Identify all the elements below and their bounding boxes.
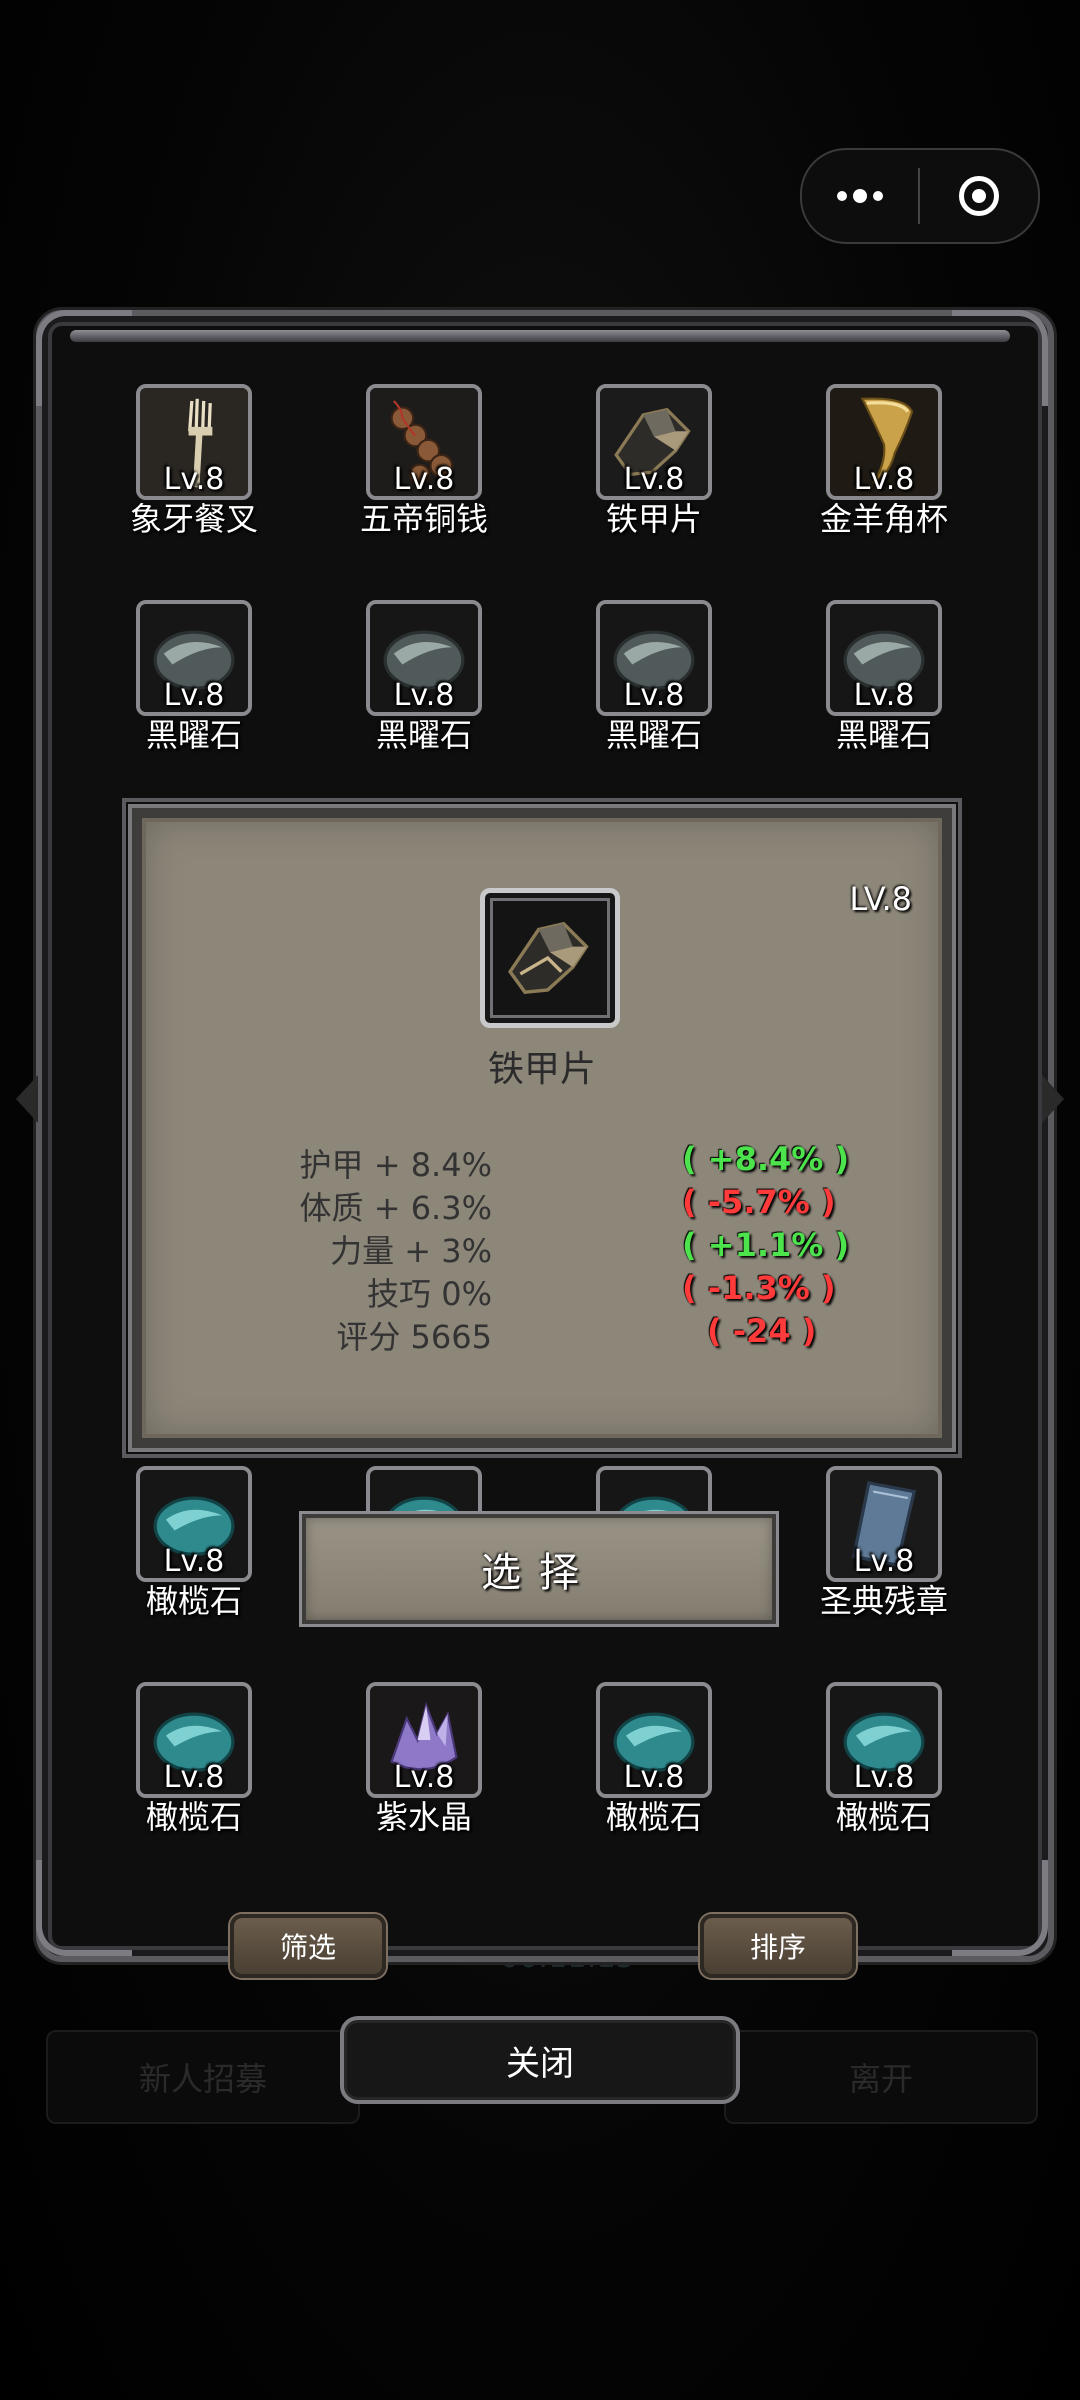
item-level: Lv.8 <box>623 462 685 497</box>
stat-delta: ( -24 ) <box>707 1312 817 1350</box>
ornament-corner <box>952 1860 1048 1956</box>
item-name: 橄榄石 <box>605 1798 702 1836</box>
background-leave-button: 离开 <box>724 2030 1038 2124</box>
item-level: Lv.8 <box>163 678 225 713</box>
item-name: 五帝铜钱 <box>359 500 488 538</box>
item-level: Lv.8 <box>853 1544 915 1579</box>
miniprogram-capsule <box>800 148 1040 244</box>
inventory-item[interactable]: Lv.8 橄榄石 <box>544 1682 764 1842</box>
item-name: 紫水晶 <box>375 1798 472 1836</box>
stat-row: 技巧 0% ( -1.3% ) <box>142 1269 942 1313</box>
inventory-item[interactable]: Lv.8 黑曜石 <box>544 600 764 760</box>
filter-button[interactable]: 筛选 <box>230 1914 386 1978</box>
detail-item-slot <box>480 888 620 1028</box>
item-name: 圣典残章 <box>819 1582 948 1620</box>
sort-button[interactable]: 排序 <box>700 1914 856 1978</box>
stat-row: 评分 5665 ( -24 ) <box>142 1312 942 1356</box>
left-arrow-icon[interactable] <box>16 1075 38 1123</box>
item-name: 橄榄石 <box>145 1582 242 1620</box>
item-level: Lv.8 <box>853 678 915 713</box>
detail-level: LV.8 <box>849 880 912 918</box>
item-level: Lv.8 <box>163 462 225 497</box>
item-level: Lv.8 <box>853 1760 915 1795</box>
item-detail-card: LV.8 铁甲片 护甲 + 8.4% ( +8.4% ) 体质 + 6.3% ( -5… <box>132 808 952 1448</box>
armor-shard-icon <box>508 921 589 994</box>
item-level: Lv.8 <box>393 678 455 713</box>
inventory-item[interactable]: Lv.8 铁甲片 <box>544 384 764 544</box>
item-name: 黑曜石 <box>145 716 242 754</box>
inventory-item[interactable]: Lv.8 橄榄石 <box>84 1682 304 1842</box>
stat-label: 护甲 + 8.4% <box>299 1146 492 1184</box>
inventory-item[interactable]: Lv.8 橄榄石 <box>774 1682 994 1842</box>
background-recruit-button: 新人招募 <box>46 2030 360 2124</box>
item-name: 黑曜石 <box>375 716 472 754</box>
item-level: Lv.8 <box>623 1760 685 1795</box>
item-name: 黑曜石 <box>605 716 702 754</box>
inventory-item[interactable]: Lv.8 黑曜石 <box>84 600 304 760</box>
stat-row: 护甲 + 8.4% ( +8.4% ) <box>142 1140 942 1184</box>
close-button[interactable]: 关闭 <box>340 2016 740 2104</box>
stat-delta: ( +1.1% ) <box>682 1226 850 1264</box>
inventory-item[interactable]: Lv.8 金羊角杯 <box>774 384 994 544</box>
stat-label: 评分 5665 <box>336 1318 492 1356</box>
item-name: 橄榄石 <box>835 1798 932 1836</box>
item-level: Lv.8 <box>623 678 685 713</box>
item-name: 象牙餐叉 <box>129 500 258 538</box>
inventory-item[interactable]: Lv.8 黑曜石 <box>774 600 994 760</box>
panel-top-bar <box>70 330 1010 342</box>
detail-item-name: 铁甲片 <box>487 1049 596 1090</box>
stat-row: 体质 + 6.3% ( -5.7% ) <box>142 1183 942 1227</box>
stat-label: 体质 + 6.3% <box>299 1189 492 1227</box>
inventory-item[interactable]: Lv.8 橄榄石 <box>84 1466 304 1626</box>
item-level: Lv.8 <box>163 1760 225 1795</box>
select-button[interactable]: 选择 <box>302 1514 776 1624</box>
stat-label: 力量 + 3% <box>330 1232 492 1270</box>
item-name: 黑曜石 <box>835 716 932 754</box>
more-dots-icon[interactable] <box>802 150 918 242</box>
item-level: Lv.8 <box>163 1544 225 1579</box>
stat-row: 力量 + 3% ( +1.1% ) <box>142 1226 942 1270</box>
stat-delta: ( -5.7% ) <box>682 1183 836 1221</box>
game-screen: { "capsule": { "more_icon": "more-dots-i… <box>0 0 1080 2400</box>
inventory-item[interactable]: Lv.8 黑曜石 <box>314 600 534 760</box>
item-name: 橄榄石 <box>145 1798 242 1836</box>
item-name: 金羊角杯 <box>819 500 948 538</box>
inventory-item[interactable]: Lv.8 圣典残章 <box>774 1466 994 1626</box>
stat-delta: ( -1.3% ) <box>682 1269 836 1307</box>
ornament-corner <box>36 1860 132 1956</box>
inventory-item[interactable]: Lv.8 五帝铜钱 <box>314 384 534 544</box>
stat-delta: ( +8.4% ) <box>682 1140 850 1178</box>
target-close-icon[interactable] <box>920 150 1038 242</box>
item-level: Lv.8 <box>393 1760 455 1795</box>
inventory-item[interactable]: Lv.8 象牙餐叉 <box>84 384 304 544</box>
stat-label: 技巧 0% <box>367 1275 492 1313</box>
item-name: 铁甲片 <box>605 500 702 538</box>
item-level: Lv.8 <box>393 462 455 497</box>
right-arrow-icon[interactable] <box>1042 1075 1064 1123</box>
inventory-item[interactable]: Lv.8 紫水晶 <box>314 1682 534 1842</box>
item-level: Lv.8 <box>853 462 915 497</box>
